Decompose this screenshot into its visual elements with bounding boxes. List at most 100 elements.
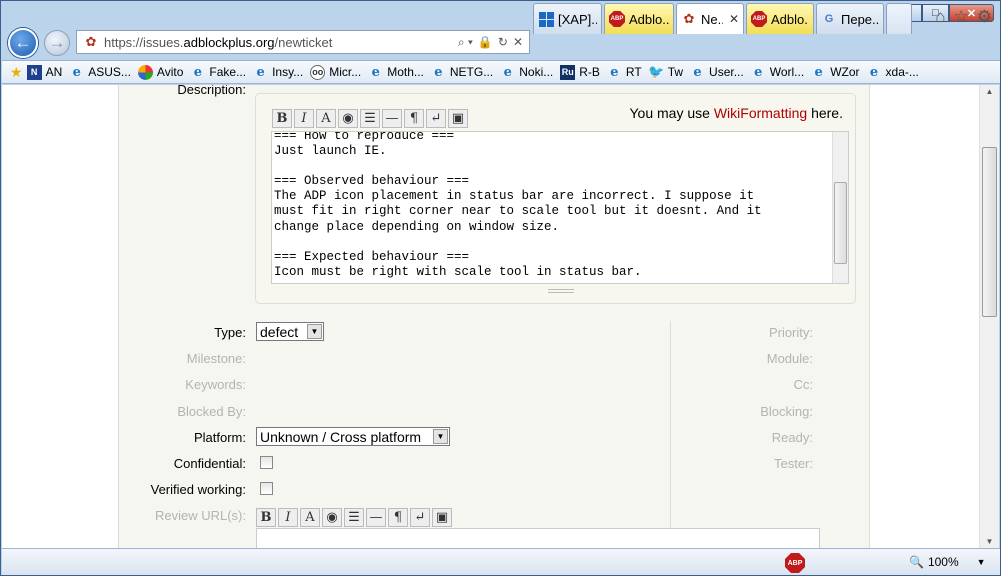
- microsoft-icon: oo: [310, 64, 326, 80]
- ie-page-icon: e: [256, 64, 265, 80]
- adblock-icon: ABP: [751, 11, 767, 27]
- scroll-down-icon[interactable]: ▼: [982, 537, 997, 546]
- textarea-scrollbar-thumb[interactable]: [834, 182, 847, 264]
- heading-button[interactable]: A: [300, 508, 320, 527]
- fav-tw[interactable]: 🐦 Tw: [648, 64, 683, 80]
- verified-working-checkbox[interactable]: [260, 482, 273, 495]
- paragraph-button[interactable]: ¶: [404, 109, 424, 128]
- page-scrollbar-thumb[interactable]: [982, 147, 997, 317]
- code-block-button[interactable]: ☰: [344, 508, 364, 527]
- search-dropdown-icon[interactable]: ⌕ ▾: [458, 35, 473, 50]
- fav-label: xda-...: [885, 65, 919, 79]
- confidential-checkbox[interactable]: [260, 456, 273, 469]
- fav-moth[interactable]: e Moth...: [368, 65, 424, 80]
- close-tab-icon[interactable]: ✕: [729, 12, 739, 26]
- new-tab-button[interactable]: [886, 3, 912, 34]
- chevron-down-icon: ▼: [976, 557, 986, 567]
- horizontal-rule-button[interactable]: —: [382, 109, 402, 128]
- fav-worl[interactable]: e Worl...: [751, 65, 804, 80]
- textarea-scrollbar[interactable]: [832, 132, 848, 283]
- translate-icon: G: [824, 13, 834, 25]
- fav-asus[interactable]: e ASUS...: [69, 65, 131, 80]
- favorites-star-icon[interactable]: ☆: [954, 7, 969, 27]
- image-button[interactable]: ▣: [448, 109, 468, 128]
- paragraph-button[interactable]: ¶: [388, 508, 408, 527]
- italic-button[interactable]: I: [294, 109, 314, 128]
- type-select[interactable]: defect ▼: [256, 322, 324, 341]
- line-break-button[interactable]: ↵: [410, 508, 430, 527]
- italic-button[interactable]: I: [278, 508, 298, 527]
- favorites-bar: ★ N AN e ASUS... Avito e Fake... e Insy... o…: [2, 60, 1000, 84]
- paw-icon: ✿: [683, 11, 695, 26]
- adblock-status-icon[interactable]: ABP: [785, 553, 805, 573]
- fav-label: R-B: [579, 65, 600, 79]
- fav-label: Worl...: [769, 65, 805, 79]
- ie-page-icon: e: [193, 64, 203, 80]
- zoom-control[interactable]: 🔍 100% ▼: [909, 555, 986, 569]
- tab-label: [XAP]...: [558, 11, 597, 27]
- link-button[interactable]: ◉: [322, 508, 342, 527]
- fav-wzor[interactable]: e WZor: [811, 65, 860, 80]
- review-url-textarea[interactable]: [256, 528, 820, 548]
- tab-label: Adblo...: [771, 11, 809, 27]
- fav-noki[interactable]: e Noki...: [500, 64, 554, 80]
- forward-button[interactable]: →: [44, 30, 70, 56]
- lock-icon[interactable]: 🔒: [478, 35, 493, 50]
- horizontal-rule-button[interactable]: —: [366, 508, 386, 527]
- home-icon[interactable]: ⌂: [935, 7, 945, 27]
- fav-rb[interactable]: Ru R-B: [560, 64, 600, 80]
- fav-netg[interactable]: e NETG...: [431, 65, 493, 80]
- bold-button[interactable]: B: [272, 109, 292, 128]
- fav-avito[interactable]: Avito: [137, 64, 183, 80]
- back-button[interactable]: ←: [8, 28, 38, 58]
- wiki-note: You may use WikiFormatting here.: [630, 105, 844, 121]
- tab-new-ticket[interactable]: ✿ Ne... ✕: [676, 3, 744, 34]
- fav-xda[interactable]: e xda-...: [867, 65, 919, 80]
- image-button[interactable]: ▣: [432, 508, 452, 527]
- address-bar[interactable]: ✿ https://issues.adblockplus.org/newtick…: [76, 30, 530, 54]
- fav-user[interactable]: e User...: [690, 64, 744, 80]
- ready-label: Ready:: [771, 430, 813, 445]
- page-scrollbar[interactable]: ▲ ▼: [979, 85, 999, 548]
- description-text: === How to reproduce === Just launch IE.…: [274, 131, 762, 279]
- bold-button[interactable]: B: [256, 508, 276, 527]
- ie-page-icon: e: [693, 64, 702, 80]
- ie-page-icon: e: [869, 64, 879, 80]
- add-favorite-star-icon[interactable]: ★: [10, 64, 23, 81]
- ie-page-icon: e: [503, 64, 512, 80]
- fav-label: WZor: [830, 65, 860, 79]
- tab-xap[interactable]: [XAP]...: [533, 3, 602, 34]
- code-block-button[interactable]: ☰: [360, 109, 380, 128]
- chevron-down-icon: ▼: [307, 324, 322, 339]
- platform-select[interactable]: Unknown / Cross platform ▼: [256, 427, 450, 446]
- fav-an[interactable]: N AN: [26, 64, 62, 80]
- fav-insy[interactable]: e Insy...: [253, 65, 303, 80]
- tab-label: Ne...: [701, 11, 723, 27]
- browser-window: – □ ✕ ← → ✿ https://issues.adblockplus.o…: [0, 0, 1001, 576]
- refresh-icon[interactable]: ↻: [498, 35, 508, 50]
- fav-fake[interactable]: e Fake...: [190, 65, 246, 80]
- fav-label: Fake...: [209, 65, 247, 79]
- scroll-up-icon[interactable]: ▲: [982, 87, 997, 96]
- fav-label: User...: [709, 65, 744, 79]
- fav-micr[interactable]: oo Micr...: [310, 64, 361, 80]
- gear-icon[interactable]: ⚙: [977, 7, 992, 27]
- link-button[interactable]: ◉: [338, 109, 358, 128]
- command-icons: ⌂ ☆ ⚙: [935, 7, 992, 27]
- url-text[interactable]: https://issues.adblockplus.org/newticket: [104, 35, 458, 50]
- fav-rt[interactable]: e RT: [607, 65, 641, 80]
- description-textarea[interactable]: === How to reproduce === Just launch IE.…: [271, 131, 849, 284]
- review-wiki-toolbar: B I A ◉ ☰ — ¶ ↵ ▣: [256, 508, 452, 527]
- heading-button[interactable]: A: [316, 109, 336, 128]
- line-break-button[interactable]: ↵: [426, 109, 446, 128]
- resize-grip[interactable]: [548, 289, 574, 293]
- ru-icon: Ru: [560, 64, 576, 80]
- tab-adblock-1[interactable]: ABP Adblo...: [604, 3, 674, 34]
- cc-label: Cc:: [793, 377, 814, 392]
- tab-translate[interactable]: G Пере...: [816, 3, 884, 34]
- tab-adblock-2[interactable]: ABP Adblo...: [746, 3, 814, 34]
- stop-icon[interactable]: ✕: [513, 35, 523, 50]
- confidential-label: Confidential:: [173, 456, 246, 471]
- verified-working-label: Verified working:: [150, 482, 246, 497]
- wikiformatting-link[interactable]: WikiFormatting: [714, 105, 807, 121]
